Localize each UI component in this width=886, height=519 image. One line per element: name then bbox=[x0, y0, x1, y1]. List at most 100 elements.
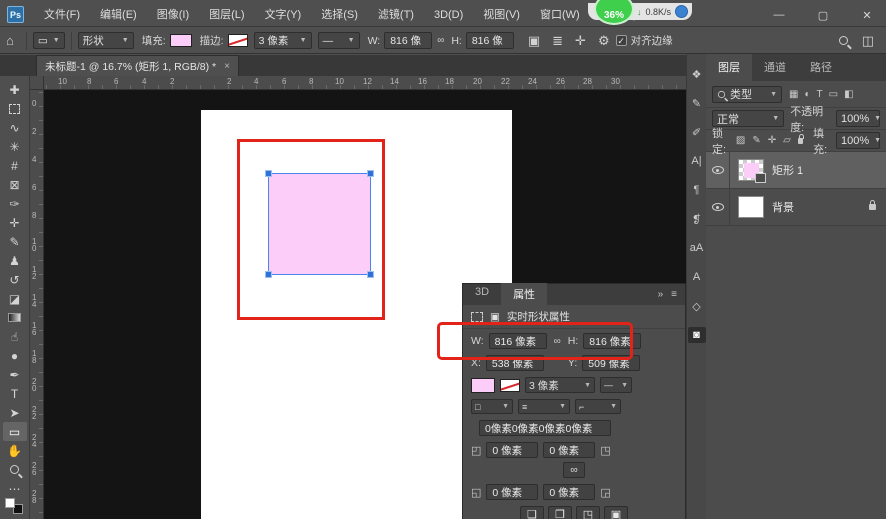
layer-filter-dropdown[interactable]: 类型 ▼ bbox=[712, 86, 782, 103]
lock-pixels-icon[interactable]: ✎ bbox=[752, 135, 760, 146]
tool-button[interactable] bbox=[3, 308, 27, 327]
corner-top-left-field[interactable]: 0 像素 bbox=[486, 442, 538, 458]
stroke-width-dropdown[interactable]: 3 像素 ▼ bbox=[525, 377, 595, 393]
filter-pixel-layers-icon[interactable]: ▦ bbox=[789, 89, 798, 100]
tool-preset-dropdown[interactable]: ▭ ▼ bbox=[33, 32, 65, 49]
stroke-color-swatch[interactable] bbox=[500, 379, 520, 392]
filter-shape-layers-icon[interactable]: ▭ bbox=[829, 89, 838, 100]
panel-tab[interactable]: 图层 bbox=[706, 54, 752, 81]
minimize-button[interactable]: — bbox=[768, 9, 790, 21]
link-corners-button[interactable]: ∞ bbox=[563, 462, 585, 478]
tool-button[interactable]: ▭ bbox=[3, 422, 27, 441]
layer-thumbnail[interactable] bbox=[738, 159, 764, 181]
stroke-align-dropdown[interactable]: □ ▼ bbox=[471, 399, 513, 414]
menu-item[interactable]: 文字(Y) bbox=[255, 3, 312, 27]
panel-tab[interactable]: 属性 bbox=[501, 283, 547, 306]
shape-x-field[interactable]: 538 像素 bbox=[486, 355, 544, 371]
selection-handle-bottom-left[interactable] bbox=[265, 271, 272, 278]
layer-row[interactable]: 背景 bbox=[706, 189, 886, 226]
layer-visibility-eye-icon[interactable] bbox=[712, 203, 724, 211]
assistant-ball-icon[interactable] bbox=[675, 5, 688, 18]
corner-bottom-left-field[interactable]: 0 像素 bbox=[486, 484, 538, 500]
tool-button[interactable]: # bbox=[3, 156, 27, 175]
tool-button[interactable]: ⊠ bbox=[3, 175, 27, 194]
stroke-cap-dropdown[interactable]: ≡ ▼ bbox=[518, 399, 570, 414]
link-dimensions-icon[interactable]: ∞ bbox=[435, 35, 446, 46]
corner-bottom-right-field[interactable]: 0 像素 bbox=[543, 484, 595, 500]
lock-position-icon[interactable]: ✛ bbox=[768, 135, 776, 146]
subtract-shape-icon[interactable]: ❐ bbox=[548, 506, 572, 519]
lock-all-icon[interactable] bbox=[798, 138, 803, 144]
tool-button[interactable]: ✛ bbox=[3, 213, 27, 232]
exclude-shape-icon[interactable]: ▣ bbox=[604, 506, 628, 519]
shape-width-field[interactable]: 816 像素 bbox=[489, 333, 547, 349]
maximize-button[interactable]: ▢ bbox=[812, 9, 834, 22]
panel-tab[interactable]: 通道 bbox=[752, 54, 798, 81]
gear-icon[interactable]: ⚙ bbox=[592, 33, 616, 49]
document-tab[interactable]: 未标题-1 @ 16.7% (矩形 1, RGB/8) * × bbox=[36, 55, 239, 76]
opacity-dropdown[interactable]: 100% ▼ bbox=[836, 110, 880, 127]
menu-item[interactable]: 滤镜(T) bbox=[368, 3, 424, 27]
stroke-color-swatch[interactable] bbox=[228, 34, 248, 47]
combined-corner-radius-field[interactable]: 0像素0像素0像素0像素 bbox=[479, 420, 611, 436]
tool-button[interactable]: ✒ bbox=[3, 365, 27, 384]
combine-shapes-icon[interactable]: ❏ bbox=[520, 506, 544, 519]
tool-button[interactable]: ✑ bbox=[3, 194, 27, 213]
shape-width-field[interactable]: 816 像 bbox=[384, 32, 432, 49]
pink-rectangle-shape[interactable] bbox=[268, 173, 371, 275]
path-operations-icon[interactable]: ▣ bbox=[522, 33, 546, 49]
path-alignment-icon[interactable]: ≣ bbox=[546, 33, 569, 49]
tool-button[interactable]: T bbox=[3, 384, 27, 403]
panel-tab[interactable]: 3D bbox=[463, 283, 501, 306]
menu-item[interactable]: 窗口(W) bbox=[530, 3, 590, 27]
search-icon[interactable] bbox=[839, 36, 848, 45]
layer-fill-dropdown[interactable]: 100% ▼ bbox=[836, 132, 880, 149]
tool-button[interactable]: ⋯ bbox=[3, 479, 27, 498]
collapse-panel-icon[interactable]: » bbox=[658, 289, 664, 300]
foreground-background-swatches[interactable] bbox=[5, 498, 23, 514]
menu-item[interactable]: 3D(D) bbox=[424, 3, 473, 27]
tool-button[interactable]: ● bbox=[3, 346, 27, 365]
menu-item[interactable]: 选择(S) bbox=[311, 3, 368, 27]
panel-tab[interactable]: 路径 bbox=[798, 54, 844, 81]
tool-button[interactable]: ♟ bbox=[3, 251, 27, 270]
stroke-type-dropdown[interactable]: — ▼ bbox=[600, 377, 632, 393]
tool-button[interactable]: ✎ bbox=[3, 232, 27, 251]
tool-mode-dropdown[interactable]: 形状 ▼ bbox=[78, 32, 134, 49]
link-dimensions-icon[interactable]: ∞ bbox=[552, 336, 563, 347]
layer-visibility-eye-icon[interactable] bbox=[712, 166, 724, 174]
tool-button[interactable]: ✳ bbox=[3, 137, 27, 156]
panel-menu-icon[interactable]: ≡ bbox=[671, 289, 677, 300]
align-edges-checkbox[interactable]: ✓ bbox=[616, 35, 627, 46]
home-icon[interactable]: ⌂ bbox=[0, 33, 20, 48]
workspace-icon[interactable]: ◫ bbox=[862, 33, 874, 49]
path-arrangement-icon[interactable]: ✛ bbox=[569, 33, 592, 49]
tool-button[interactable] bbox=[3, 460, 27, 479]
fill-color-swatch[interactable] bbox=[170, 34, 192, 47]
shape-height-field[interactable]: 816 像素 bbox=[583, 333, 641, 349]
stroke-type-dropdown[interactable]: — ▼ bbox=[318, 32, 360, 49]
selection-handle-bottom-right[interactable] bbox=[367, 271, 374, 278]
tool-button[interactable]: ➤ bbox=[3, 403, 27, 422]
menu-item[interactable]: 图层(L) bbox=[199, 3, 254, 27]
tool-button[interactable]: ☝ bbox=[3, 327, 27, 346]
tool-button[interactable] bbox=[3, 99, 27, 118]
selection-handle-top-right[interactable] bbox=[367, 170, 374, 177]
menu-item[interactable]: 编辑(E) bbox=[90, 3, 147, 27]
layer-thumbnail[interactable] bbox=[738, 196, 764, 218]
tool-button[interactable]: ∿ bbox=[3, 118, 27, 137]
intersect-shape-icon[interactable]: ◳ bbox=[576, 506, 600, 519]
filter-type-layers-icon[interactable]: T bbox=[817, 89, 823, 100]
menu-item[interactable]: 文件(F) bbox=[34, 3, 90, 27]
tool-button[interactable]: ↺ bbox=[3, 270, 27, 289]
lock-artboard-icon[interactable]: ▱ bbox=[783, 135, 791, 146]
selection-handle-top-left[interactable] bbox=[265, 170, 272, 177]
filter-adjustment-layers-icon[interactable]: ◐ bbox=[804, 89, 810, 100]
filter-smart-objects-icon[interactable]: ◧ bbox=[844, 89, 853, 100]
tool-button[interactable]: ✋ bbox=[3, 441, 27, 460]
menu-item[interactable]: 图像(I) bbox=[147, 3, 199, 27]
corner-top-right-field[interactable]: 0 像素 bbox=[543, 442, 595, 458]
lock-transparency-icon[interactable]: ▨ bbox=[736, 135, 745, 146]
tool-button[interactable]: ✚ bbox=[3, 80, 27, 99]
layer-row[interactable]: 矩形 1 bbox=[706, 152, 886, 189]
